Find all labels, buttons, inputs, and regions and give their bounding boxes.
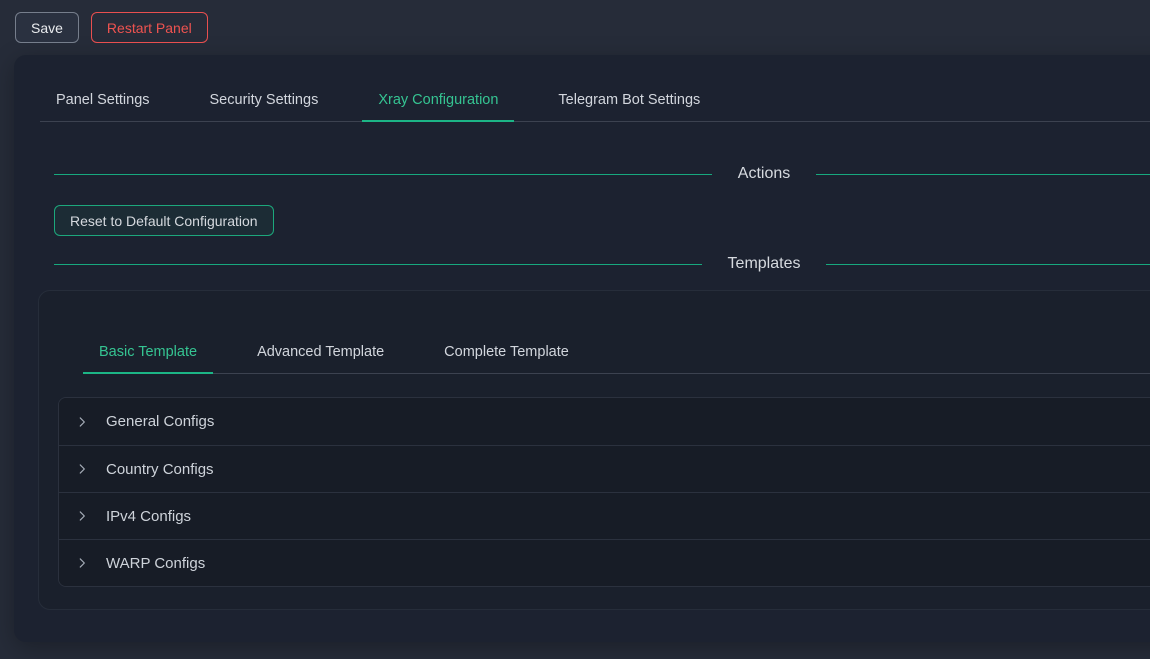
chevron-right-icon — [75, 415, 89, 429]
collapse-warp-configs[interactable]: WARP Configs — [59, 539, 1150, 586]
collapse-general-configs[interactable]: General Configs — [59, 398, 1150, 445]
divider-line — [816, 174, 1150, 175]
actions-section-title: Actions — [738, 165, 790, 183]
xray-configuration-panel: Actions Reset to Default Configuration T… — [14, 165, 1150, 273]
collapse-label: General Configs — [106, 413, 214, 430]
collapse-ipv4-configs[interactable]: IPv4 Configs — [59, 492, 1150, 539]
templates-divider: Templates — [54, 255, 1150, 273]
collapse-label: IPv4 Configs — [106, 508, 191, 525]
tab-telegram-bot-settings[interactable]: Telegram Bot Settings — [542, 83, 716, 122]
tab-security-settings[interactable]: Security Settings — [194, 83, 335, 122]
tab-basic-template[interactable]: Basic Template — [83, 335, 213, 374]
templates-card: Basic Template Advanced Template Complet… — [38, 290, 1150, 610]
tab-advanced-template[interactable]: Advanced Template — [241, 335, 400, 374]
reset-default-configuration-button[interactable]: Reset to Default Configuration — [54, 205, 274, 236]
restart-panel-button[interactable]: Restart Panel — [91, 12, 208, 43]
template-tab-bar: Basic Template Advanced Template Complet… — [83, 335, 1150, 374]
config-collapse-list: General Configs Country Configs IPv4 Con… — [58, 397, 1150, 587]
top-toolbar: Save Restart Panel — [0, 0, 1150, 55]
tab-xray-configuration[interactable]: Xray Configuration — [362, 83, 514, 122]
divider-line — [826, 264, 1150, 265]
save-button[interactable]: Save — [15, 12, 79, 43]
chevron-right-icon — [75, 462, 89, 476]
collapse-label: Country Configs — [106, 461, 214, 478]
chevron-right-icon — [75, 556, 89, 570]
tab-complete-template[interactable]: Complete Template — [428, 335, 585, 374]
divider-line — [54, 174, 712, 175]
collapse-label: WARP Configs — [106, 555, 205, 572]
templates-section-title: Templates — [728, 255, 801, 273]
tab-panel-settings[interactable]: Panel Settings — [40, 83, 166, 122]
actions-divider: Actions — [54, 165, 1150, 183]
settings-card: Panel Settings Security Settings Xray Co… — [14, 55, 1150, 642]
chevron-right-icon — [75, 509, 89, 523]
settings-tab-bar: Panel Settings Security Settings Xray Co… — [40, 83, 1150, 122]
divider-line — [54, 264, 702, 265]
collapse-country-configs[interactable]: Country Configs — [59, 445, 1150, 492]
